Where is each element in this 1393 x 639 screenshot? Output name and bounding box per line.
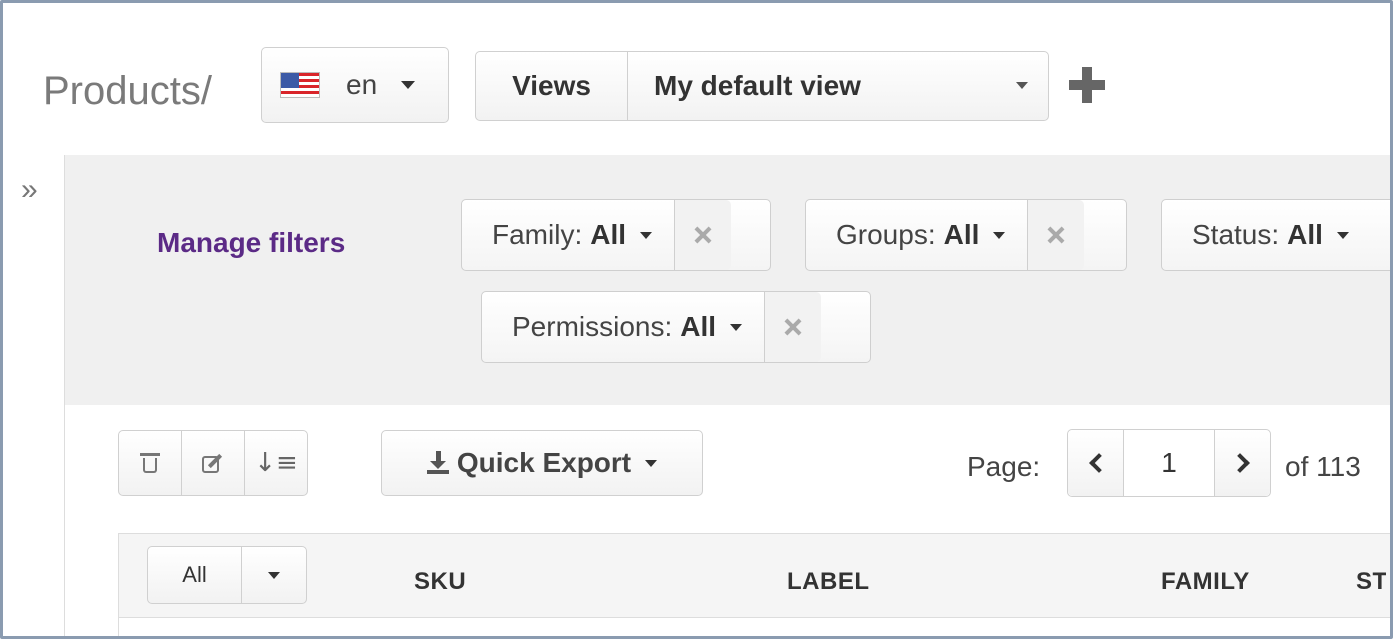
pager: 1 — [1067, 429, 1271, 497]
chevron-down-icon — [1016, 82, 1028, 89]
page-title-text: Products — [43, 69, 201, 113]
trash-icon — [140, 453, 160, 473]
selected-view: My default view — [654, 70, 861, 101]
sequential-edit-button[interactable]: ↓≡ — [245, 431, 307, 495]
locale-code: en — [346, 69, 378, 100]
pager-label: Page: — [967, 451, 1041, 482]
app-frame: Products/ en Views My default view » Man… — [0, 0, 1393, 639]
select-all-button[interactable]: All — [148, 547, 242, 603]
filter-name: Permissions: — [512, 311, 673, 342]
chevron-down-icon — [640, 231, 653, 239]
filter-value: All — [680, 311, 717, 342]
quick-export-label: Quick Export — [456, 447, 632, 478]
filter-name: Groups: — [836, 219, 936, 250]
filter-family: Family: All — [461, 199, 771, 271]
chevron-down-icon — [1336, 231, 1349, 239]
filter-value: All — [590, 219, 627, 250]
double-chevron-right-icon[interactable]: » — [21, 175, 38, 205]
title-separator: / — [200, 69, 212, 113]
filter-name: Family: — [492, 219, 583, 250]
next-page-button[interactable] — [1214, 430, 1270, 496]
chevron-down-icon — [993, 231, 1006, 239]
filter-bar: Manage filters Family: All Groups: All S… — [65, 155, 1390, 405]
filter-value: All — [1287, 219, 1323, 250]
chevron-down-icon — [645, 459, 658, 467]
us-flag-icon — [280, 72, 320, 98]
remove-filter-family-button[interactable] — [675, 200, 732, 270]
filter-status: Status: All — [1161, 199, 1390, 271]
filter-groups: Groups: All — [805, 199, 1127, 271]
sort-icon: ↓≡ — [254, 448, 298, 478]
filter-permissions: Permissions: All — [481, 291, 871, 363]
column-header-label[interactable]: LABEL — [787, 568, 870, 596]
chevron-down-icon — [401, 81, 416, 89]
remove-filter-groups-button[interactable] — [1028, 200, 1085, 270]
close-icon — [785, 319, 801, 335]
filter-name: Status: — [1192, 219, 1280, 250]
page-number-input[interactable]: 1 — [1124, 430, 1214, 496]
locale-switcher[interactable]: en — [261, 47, 449, 123]
select-options-toggle[interactable] — [242, 547, 306, 603]
chevron-right-icon — [1229, 453, 1250, 473]
filter-family-toggle[interactable]: Family: All — [462, 200, 676, 270]
filter-groups-toggle[interactable]: Groups: All — [806, 200, 1029, 270]
select-all-dropdown: All — [147, 546, 307, 604]
delete-button[interactable] — [119, 431, 182, 495]
manage-filters-link[interactable]: Manage filters — [157, 227, 345, 259]
close-icon — [695, 227, 711, 243]
views-button[interactable]: Views — [476, 52, 628, 120]
mass-edit-button[interactable] — [182, 431, 245, 495]
remove-filter-permissions-button[interactable] — [765, 292, 822, 362]
chevron-left-icon — [1088, 453, 1109, 473]
column-header-status[interactable]: STATUS — [1356, 568, 1386, 596]
grid-header: All SKU LABEL FAMILY STATUS — [119, 534, 1390, 618]
plus-icon[interactable] — [1067, 65, 1107, 105]
column-header-sku[interactable]: SKU — [414, 568, 466, 596]
quick-export-button[interactable]: Quick Export — [381, 430, 703, 496]
download-icon — [426, 451, 449, 475]
edit-icon — [202, 453, 224, 473]
previous-page-button[interactable] — [1068, 430, 1124, 496]
page-header: Products/ en Views My default view — [3, 3, 1390, 155]
filter-permissions-toggle[interactable]: Permissions: All — [482, 292, 766, 362]
views-selector: Views My default view — [475, 51, 1049, 121]
view-select[interactable]: My default view — [628, 52, 1048, 120]
page-total: of 113 — [1285, 451, 1361, 482]
sidebar: » — [3, 155, 65, 636]
column-header-family[interactable]: FAMILY — [1161, 568, 1250, 596]
filter-status-toggle[interactable]: Status: All — [1162, 200, 1371, 270]
close-icon — [1048, 227, 1064, 243]
chevron-down-icon — [268, 571, 280, 579]
filter-value: All — [943, 219, 980, 250]
product-grid: All SKU LABEL FAMILY STATUS — [118, 533, 1390, 636]
mass-action-toolbar: ↓≡ — [118, 430, 308, 496]
page-title: Products/ — [43, 67, 212, 115]
chevron-down-icon — [730, 323, 743, 331]
